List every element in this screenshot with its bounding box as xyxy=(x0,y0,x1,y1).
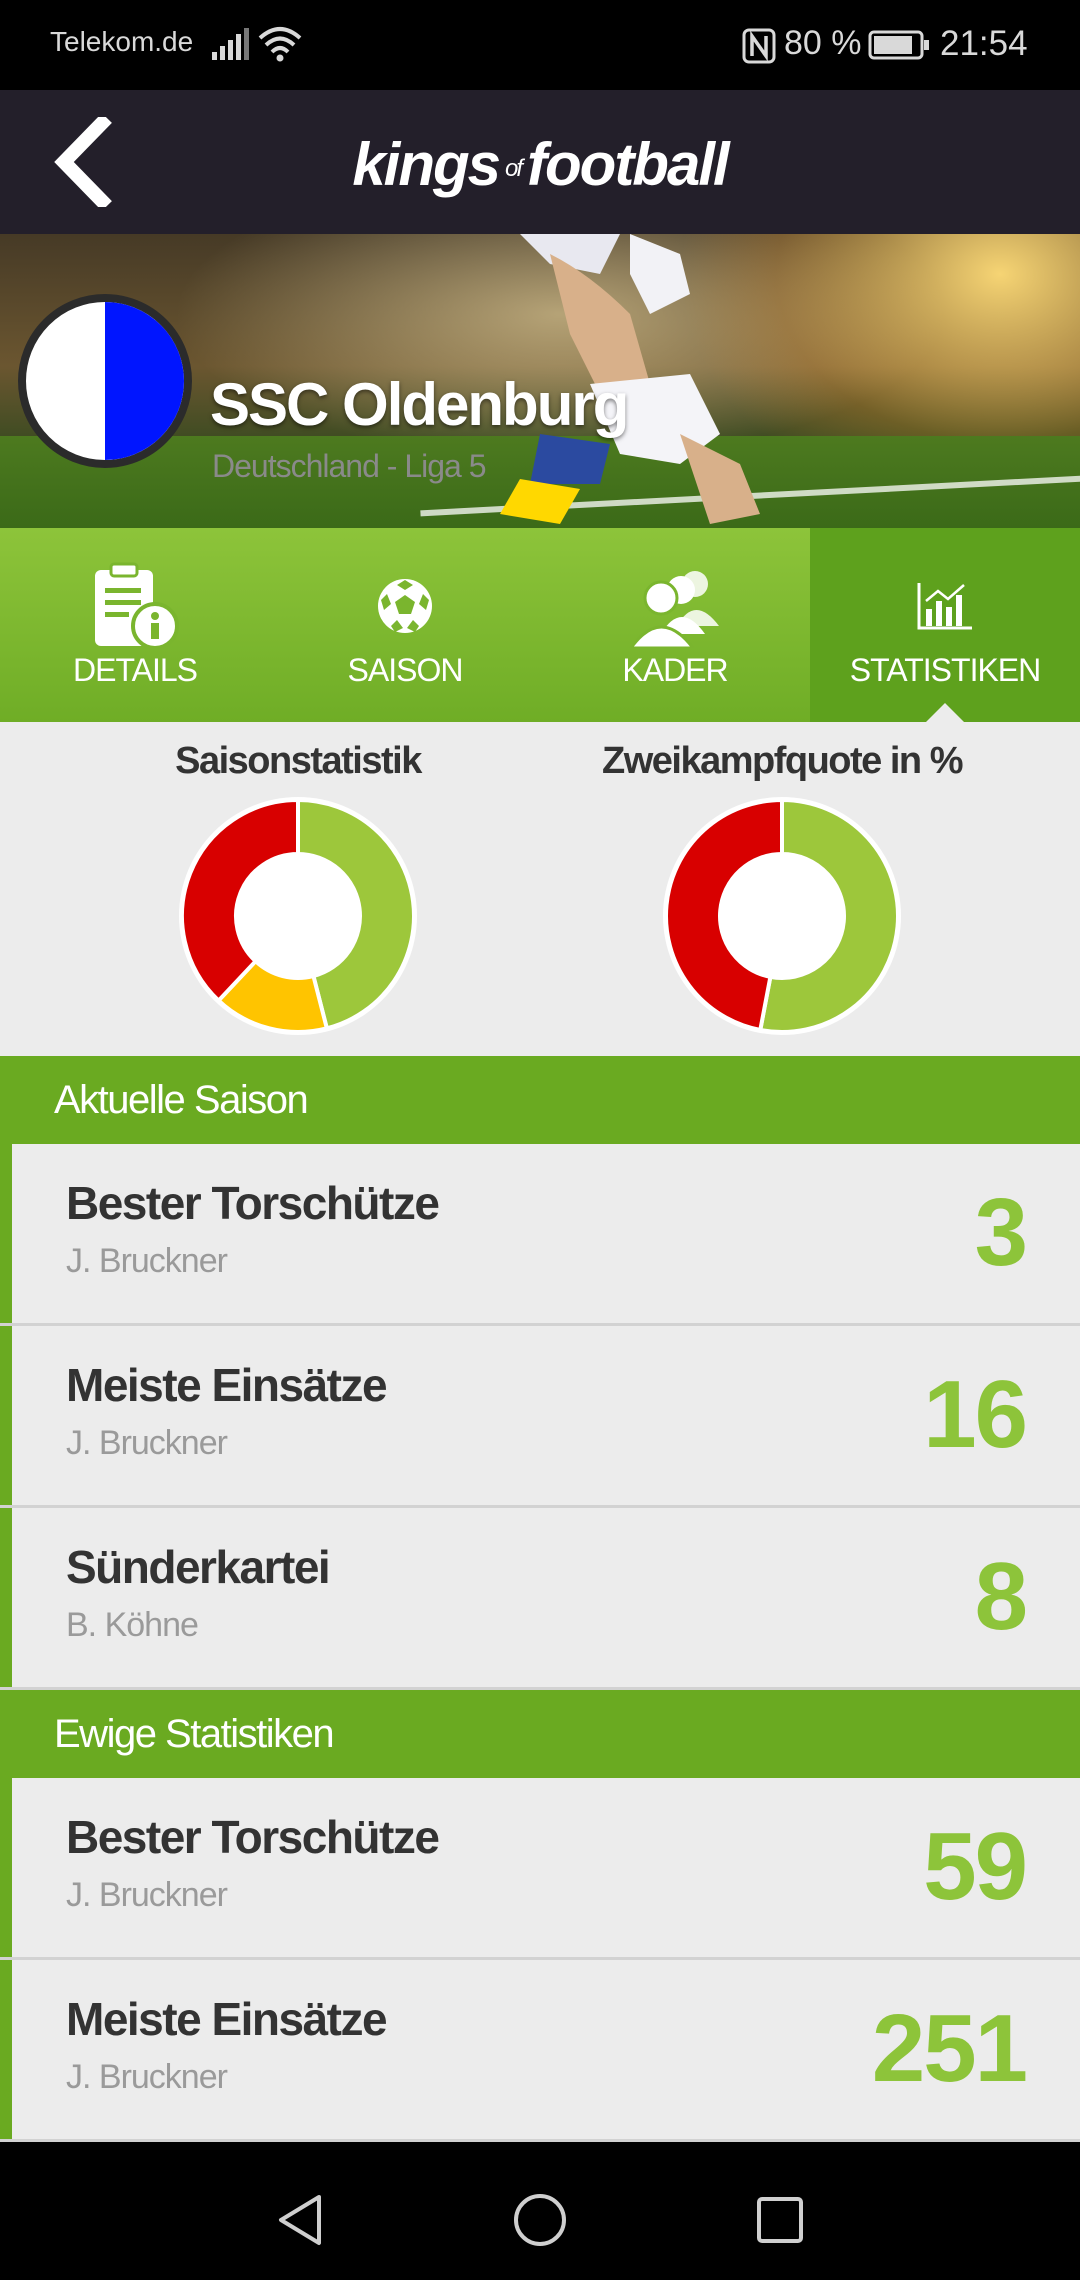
stat-value: 3 xyxy=(974,1179,1028,1286)
duel-rate-donut xyxy=(663,797,901,1035)
season-stats-chart: Saisonstatistik xyxy=(28,722,568,1056)
team-hero-banner: SSC Oldenburg Deutschland - Liga 5 xyxy=(0,234,1080,528)
stat-label: Sünderkartei xyxy=(66,1541,331,1593)
section-all-time: Ewige Statistiken xyxy=(0,1690,1080,1778)
tab-label: DETAILS xyxy=(73,652,198,688)
team-league: Deutschland - Liga 5 xyxy=(212,448,487,484)
logo-of: of xyxy=(505,155,523,183)
tab-bar: DETAILS SAISON KADER STATISTIKEN xyxy=(0,528,1080,723)
donut-hole xyxy=(236,854,360,978)
square-recents-icon xyxy=(757,2197,803,2243)
charts-area: Saisonstatistik Zweikampfquote in % xyxy=(0,722,1080,1056)
stat-value: 8 xyxy=(974,1543,1028,1650)
tab-label: SAISON xyxy=(347,652,464,688)
row-accent xyxy=(0,1508,12,1687)
stat-value: 59 xyxy=(923,1813,1028,1920)
logo-kings: kings xyxy=(352,131,501,198)
stat-value: 251 xyxy=(871,1995,1028,2102)
tab-saison[interactable]: SAISON xyxy=(270,528,540,722)
season-stats-donut xyxy=(179,797,417,1035)
people-icon xyxy=(629,571,719,648)
team-crest xyxy=(18,294,192,468)
row-accent xyxy=(0,1326,12,1505)
stat-label: Bester Torschütze xyxy=(66,1177,440,1229)
logo-football: football xyxy=(527,131,730,198)
wifi-icon xyxy=(258,26,302,67)
tab-label: KADER xyxy=(622,652,728,688)
tab-statistiken[interactable]: STATISTIKEN xyxy=(810,528,1080,723)
carrier-label: Telekom.de xyxy=(50,26,194,57)
stat-row-top-scorer[interactable]: Bester Torschütze J. Bruckner 3 xyxy=(0,1144,1080,1326)
stat-row-alltime-top-scorer[interactable]: Bester Torschütze J. Bruckner 59 xyxy=(0,1778,1080,1960)
circle-home-icon xyxy=(514,2194,566,2246)
stat-player: J. Bruckner xyxy=(66,2058,228,2096)
stat-row-cards[interactable]: Sünderkartei B. Köhne 8 xyxy=(0,1508,1080,1690)
triangle-back-icon xyxy=(279,2195,321,2245)
duel-rate-chart: Zweikampfquote in % xyxy=(512,722,1052,1056)
stat-label: Meiste Einsätze xyxy=(66,1993,388,2045)
tab-label: STATISTIKEN xyxy=(849,652,1042,688)
bar-chart-icon xyxy=(917,583,972,630)
document-info-icon xyxy=(95,562,179,650)
app-logo: kings of football xyxy=(0,130,1080,199)
row-accent xyxy=(0,1144,12,1323)
battery-percent: 80 % xyxy=(784,24,862,62)
stat-row-alltime-most-appearances[interactable]: Meiste Einsätze J. Bruckner 251 xyxy=(0,1960,1080,2142)
status-bar: Telekom.de 80 % 21:54 xyxy=(0,0,1080,90)
team-name: SSC Oldenburg xyxy=(210,371,629,438)
nav-recents-button[interactable] xyxy=(740,2180,820,2260)
stat-label: Bester Torschütze xyxy=(66,1811,440,1863)
system-nav-bar xyxy=(0,2150,1080,2280)
app-bar: kings of football xyxy=(0,90,1080,234)
donut-hole xyxy=(720,854,844,978)
soccer-ball-icon xyxy=(378,579,432,633)
cell-signal-icon xyxy=(210,26,250,67)
stat-label: Meiste Einsätze xyxy=(66,1359,388,1411)
stat-player: J. Bruckner xyxy=(66,1242,228,1280)
crest-blue-half xyxy=(105,302,184,460)
stat-row-most-appearances[interactable]: Meiste Einsätze J. Bruckner 16 xyxy=(0,1326,1080,1508)
stat-player: J. Bruckner xyxy=(66,1424,228,1462)
chart-title: Saisonstatistik xyxy=(175,740,422,782)
section-current-season: Aktuelle Saison xyxy=(0,1056,1080,1144)
row-accent xyxy=(0,1778,12,1957)
nav-back-button[interactable] xyxy=(260,2180,340,2260)
stat-player: B. Köhne xyxy=(66,1606,199,1644)
nfc-icon xyxy=(742,28,776,69)
stat-value: 16 xyxy=(923,1361,1028,1468)
chart-title: Zweikampfquote in % xyxy=(602,740,963,782)
clock: 21:54 xyxy=(940,24,1028,63)
tab-details[interactable]: DETAILS xyxy=(0,528,270,722)
row-accent xyxy=(0,1960,12,2139)
nav-home-button[interactable] xyxy=(500,2180,580,2260)
tab-kader[interactable]: KADER xyxy=(540,528,810,722)
stat-player: J. Bruckner xyxy=(66,1876,228,1914)
battery-icon xyxy=(868,30,930,65)
